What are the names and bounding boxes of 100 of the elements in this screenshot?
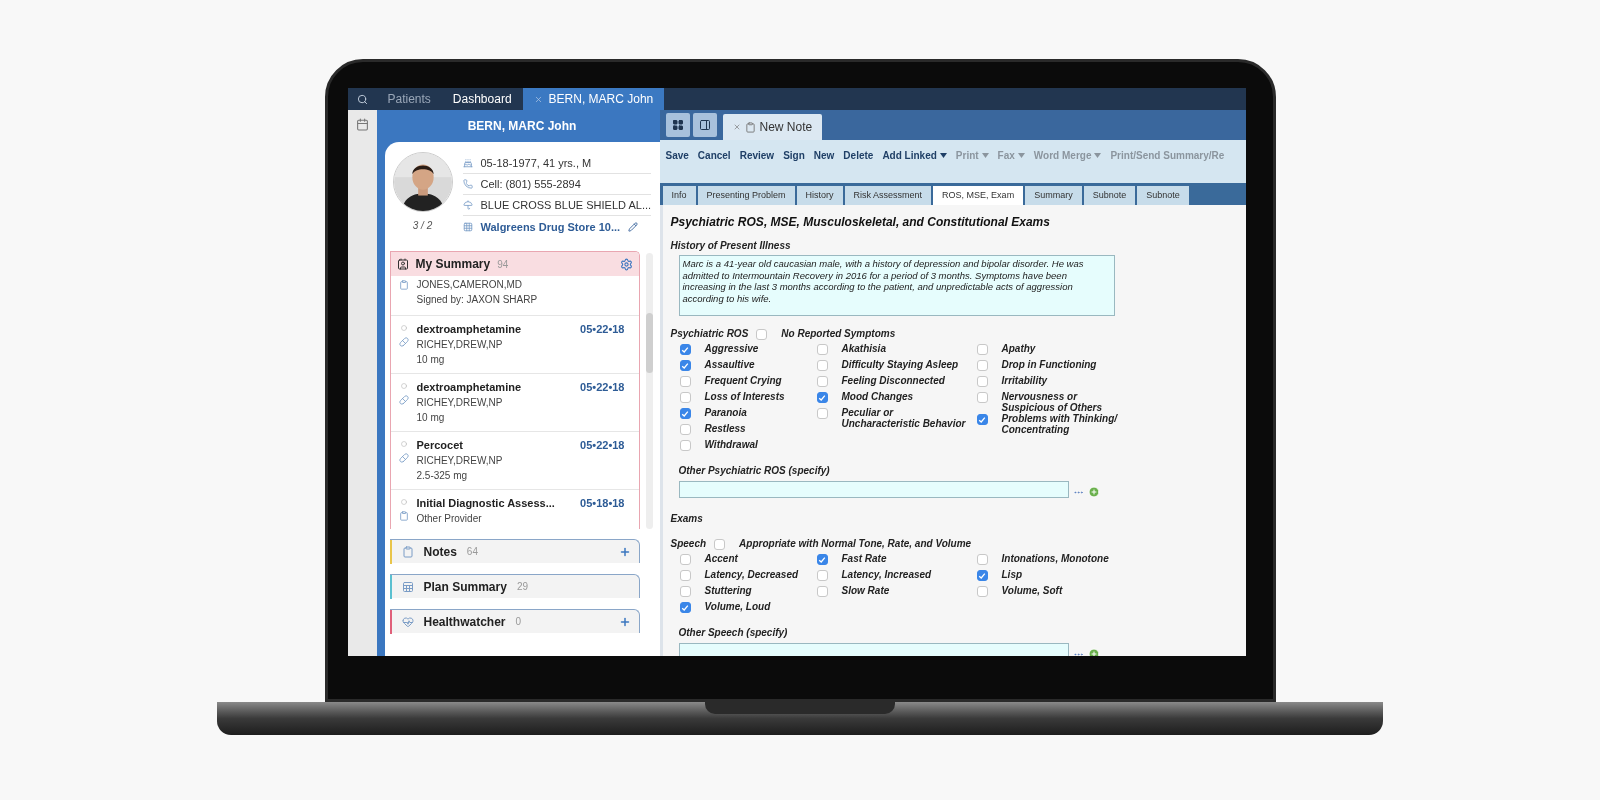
clipboard-icon	[744, 121, 756, 133]
checkbox[interactable]	[976, 414, 988, 425]
caret-icon	[1017, 153, 1025, 158]
clipboard-icon	[398, 280, 409, 290]
settings-icon[interactable]	[619, 257, 633, 271]
edit-icon[interactable]	[628, 222, 639, 232]
patient-tab[interactable]: Patients	[376, 88, 442, 110]
checkbox[interactable]	[816, 570, 828, 581]
checkbox[interactable]	[816, 408, 828, 419]
patient-tab[interactable]: Dashboard	[441, 88, 523, 110]
text-area[interactable]: Marc is a 41-year old caucasian male, with a history of depression and bipolar disorder. He was admitted to Intermountain Recovery in 2016 for a period of 3 months. Symptoms have been increasing in the last 3 months according to the patient, and unpredictable acts of aggression according to his wife.	[678, 255, 1115, 316]
calendar-icon[interactable]	[355, 118, 369, 131]
summary-entry[interactable]: Initial Diagnostic Assess... 05•18•18 Other Provider	[390, 490, 639, 529]
status-icon	[400, 441, 407, 447]
text-field[interactable]	[678, 643, 1069, 656]
toolbar-button[interactable]: Delete	[843, 148, 874, 163]
checkbox[interactable]	[679, 360, 691, 371]
summary-entry[interactable]: JONES,CAMERON,MD Signed by: JAXON SHARP	[390, 276, 639, 316]
grid-view-button[interactable]	[665, 113, 690, 137]
form-tab[interactable]: ROS, MSE, Exam	[933, 186, 1024, 205]
section-header[interactable]: Plan Summary 29	[389, 574, 640, 598]
toolbar-button[interactable]: New	[813, 148, 835, 163]
section-title: Notes	[423, 543, 457, 561]
checkbox[interactable]	[679, 376, 691, 387]
option-label: Lisp	[1001, 569, 1024, 580]
checkbox[interactable]	[976, 376, 988, 387]
summary-entry[interactable]: Percocet 05•22•18 RICHEY,DREW,NP 2.5-325 mg	[390, 432, 639, 490]
checkbox[interactable]	[816, 360, 828, 371]
entry-detail: 10 mg	[416, 411, 446, 425]
summary-entry[interactable]: dextroamphetamine 05•22•18 RICHEY,DREW,NP 10 mg	[390, 316, 639, 374]
add-icon[interactable]	[1087, 648, 1100, 656]
option-label: Stuttering	[704, 585, 753, 596]
option-label: Aggressive	[704, 343, 760, 354]
entry-title: Initial Diagnostic Assess...	[416, 496, 555, 511]
form-tab[interactable]: Subnote	[1083, 186, 1136, 205]
toolbar-button[interactable]: Review	[739, 148, 775, 163]
form-tab[interactable]: History	[796, 186, 843, 205]
patient-detail: 05-18-1977, 41 yrs., M	[480, 155, 592, 171]
field-label: History of Present Illness	[670, 239, 792, 253]
group-label: Speech	[670, 537, 707, 551]
section-header[interactable]: Healthwatcher 0	[389, 609, 640, 633]
toolbar-button[interactable]: Save	[665, 148, 689, 163]
checkbox[interactable]	[756, 328, 768, 340]
form-tab[interactable]: Presenting Problem	[697, 186, 795, 205]
checkbox[interactable]	[816, 344, 828, 355]
checkbox[interactable]	[679, 570, 691, 581]
add-icon[interactable]	[618, 615, 631, 628]
checkbox[interactable]	[976, 570, 988, 581]
toolbar-button[interactable]: Cancel	[697, 148, 731, 163]
status-icon	[400, 383, 407, 389]
option-label: Latency, Decreased	[704, 569, 800, 580]
panel-view-button[interactable]	[692, 113, 717, 137]
form-tab[interactable]: Info	[662, 186, 696, 205]
checkbox[interactable]	[679, 440, 691, 451]
form-tab[interactable]: Summary	[1025, 186, 1082, 205]
pill-icon	[398, 395, 409, 405]
text-field[interactable]	[678, 481, 1069, 498]
checkbox[interactable]	[816, 392, 828, 403]
checkbox[interactable]	[714, 538, 726, 550]
search-icon[interactable]	[356, 93, 368, 105]
form-tab[interactable]: Risk Assessment	[844, 186, 932, 205]
caret-icon	[1094, 153, 1102, 158]
checkbox[interactable]	[976, 392, 988, 403]
checkbox[interactable]	[816, 586, 828, 597]
close-icon[interactable]	[533, 94, 543, 104]
checkbox[interactable]	[816, 376, 828, 387]
checkbox[interactable]	[976, 360, 988, 371]
entry-provider: JONES,CAMERON,MD	[416, 278, 524, 292]
checkbox[interactable]	[679, 554, 691, 565]
option-label: Volume, Loud	[704, 601, 772, 612]
checkbox[interactable]	[976, 344, 988, 355]
checkbox[interactable]	[976, 586, 988, 597]
section-header[interactable]: Notes 64	[389, 539, 640, 563]
toolbar-button[interactable]: Sign	[783, 148, 805, 163]
form-tab[interactable]: Subnote	[1137, 186, 1189, 205]
add-icon[interactable]	[1087, 486, 1100, 498]
summary-entry[interactable]: dextroamphetamine 05•22•18 RICHEY,DREW,NP 10 mg	[390, 374, 639, 432]
checkbox[interactable]	[679, 392, 691, 403]
option-label: Apathy	[1001, 343, 1037, 354]
checkbox[interactable]	[679, 408, 691, 419]
caret-icon	[939, 153, 947, 158]
pill-icon	[398, 453, 409, 463]
checkbox[interactable]	[679, 586, 691, 597]
checkbox[interactable]	[679, 424, 691, 435]
option-label: Loss of Interests	[704, 391, 786, 402]
close-icon[interactable]	[732, 123, 741, 131]
checkbox[interactable]	[679, 602, 691, 613]
add-icon[interactable]	[618, 545, 631, 558]
note-tab[interactable]: New Note	[722, 114, 823, 140]
option-label: Intonations, Monotone	[1001, 553, 1110, 564]
entry-detail: 10 mg	[416, 353, 446, 367]
checkbox[interactable]	[816, 554, 828, 565]
section-title: Plan Summary	[423, 578, 507, 596]
patient-tab[interactable]: BERN, MARC John	[522, 88, 665, 110]
checkbox[interactable]	[976, 554, 988, 565]
checkbox[interactable]	[679, 344, 691, 355]
toolbar-button[interactable]: Add Linked	[882, 148, 947, 163]
pharmacy-link[interactable]: Walgreens Drug Store 10...	[480, 218, 621, 236]
summary-count: 94	[497, 257, 509, 272]
option-label: Irritability	[1001, 375, 1049, 386]
